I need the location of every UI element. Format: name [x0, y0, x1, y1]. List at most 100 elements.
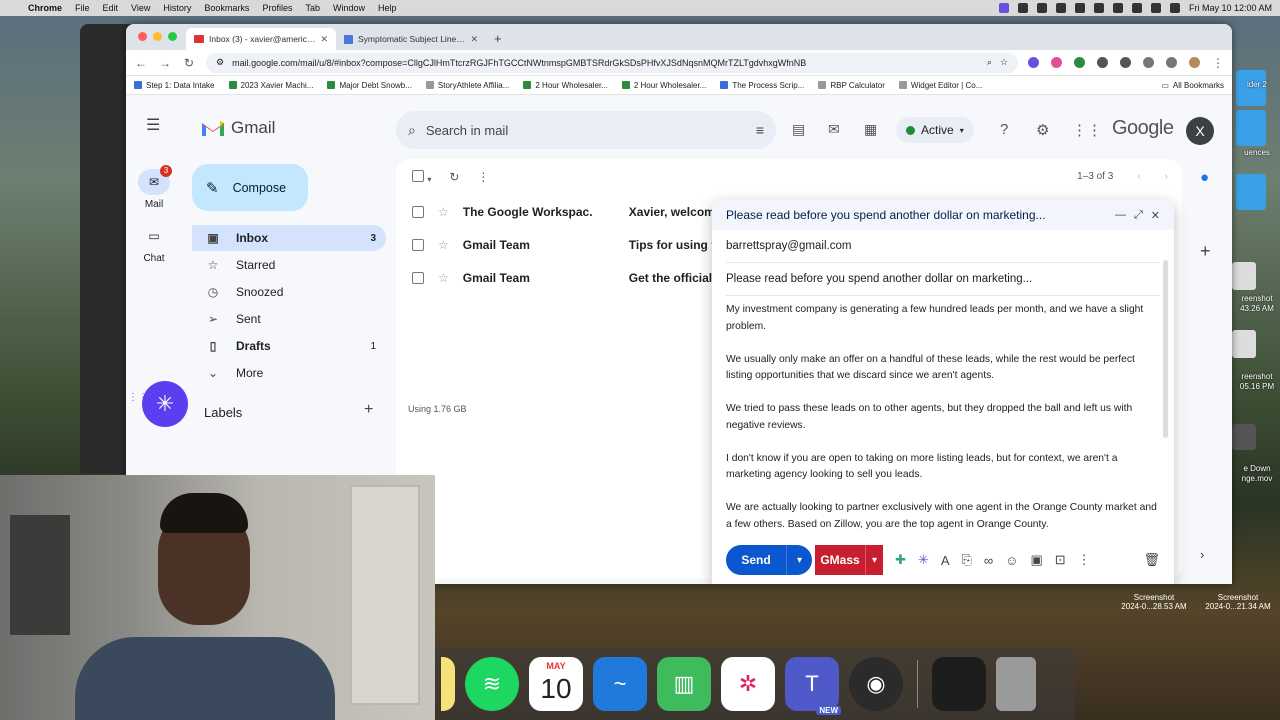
- extension-icon[interactable]: ✚: [895, 552, 906, 568]
- tab-inbox[interactable]: Inbox (3) - xavier@americanh ✕: [186, 28, 336, 50]
- tab-symptomatic[interactable]: Symptomatic Subject Line Cl ✕: [336, 28, 486, 50]
- rail-mail[interactable]: ✉ 3 Mail: [134, 165, 174, 210]
- battery-icon[interactable]: [1112, 3, 1123, 13]
- schedule-send-dropdown[interactable]: ▾: [786, 545, 812, 575]
- bookmark-item[interactable]: Major Debt Snowb...: [327, 81, 412, 90]
- google-logo[interactable]: Google: [1112, 117, 1174, 140]
- status-icon[interactable]: [1017, 3, 1028, 13]
- account-avatar[interactable]: X: [1186, 117, 1214, 145]
- extension-icon[interactable]: [1097, 57, 1108, 68]
- desktop-file-icon[interactable]: [1236, 174, 1266, 210]
- ai-assist-icon[interactable]: ✳: [918, 552, 929, 568]
- prev-page-icon[interactable]: ‹: [1137, 171, 1140, 182]
- menu-tab[interactable]: Tab: [305, 3, 320, 13]
- status-icon[interactable]: [1074, 3, 1085, 13]
- status-dropdown[interactable]: Active ▾: [896, 117, 974, 143]
- wifi-icon[interactable]: [1131, 3, 1142, 13]
- desktop-file-label[interactable]: Screenshot 2024-0...21.34 AM: [1196, 593, 1280, 611]
- bookmark-item[interactable]: 2 Hour Wholesaler...: [523, 81, 608, 90]
- teams-icon[interactable]: T NEW: [785, 657, 841, 715]
- trash-icon[interactable]: [996, 657, 1036, 711]
- gmass-button[interactable]: GMass: [815, 545, 865, 575]
- emoji-icon[interactable]: ☺: [1005, 553, 1018, 568]
- apple-icon[interactable]: [8, 3, 18, 13]
- menubar-clock[interactable]: Fri May 10 12:00 AM: [1189, 3, 1272, 13]
- slack-icon[interactable]: ✲: [721, 657, 775, 711]
- search-icon[interactable]: [1150, 3, 1161, 13]
- subject-field[interactable]: Please read before you spend another dol…: [726, 263, 1160, 296]
- new-tab-button[interactable]: +: [486, 28, 510, 50]
- sidebar-item-starred[interactable]: ☆ Starred: [192, 252, 386, 278]
- link-icon[interactable]: ∞: [984, 553, 993, 568]
- more-options-icon[interactable]: ⋮: [1078, 552, 1091, 568]
- extension-icon[interactable]: [1074, 57, 1085, 68]
- zoom-icon[interactable]: ⌕: [987, 57, 992, 68]
- insert-photo-icon[interactable]: ▣: [1030, 552, 1042, 568]
- recent-window-icon[interactable]: [932, 657, 986, 711]
- bookmark-star-icon[interactable]: ☆: [1000, 57, 1008, 68]
- sidebar-item-inbox[interactable]: ▣ Inbox 3: [192, 225, 386, 251]
- menu-profiles[interactable]: Profiles: [262, 3, 292, 13]
- row-checkbox[interactable]: [412, 271, 424, 284]
- compose-button[interactable]: ✎ Compose: [192, 164, 308, 211]
- extension-icon[interactable]: [1051, 57, 1062, 68]
- more-options-icon[interactable]: ⋮: [477, 170, 489, 184]
- mail-extension-icon[interactable]: ✉: [828, 121, 840, 138]
- gear-icon[interactable]: ⚙: [1036, 121, 1049, 139]
- to-field[interactable]: barrettspray@gmail.com: [726, 230, 1160, 263]
- desktop-file-icon[interactable]: [1236, 110, 1266, 146]
- bluetooth-icon[interactable]: [1093, 3, 1104, 13]
- bookmark-item[interactable]: The Process Scrip...: [720, 81, 804, 90]
- close-tab-icon[interactable]: ✕: [320, 34, 328, 45]
- search-options-icon[interactable]: ≡: [756, 122, 764, 138]
- close-window-button[interactable]: [138, 32, 147, 41]
- drag-handle-icon[interactable]: ⋮⋮: [128, 393, 148, 403]
- next-page-icon[interactable]: ›: [1165, 171, 1168, 182]
- control-center-icon[interactable]: [1169, 3, 1180, 13]
- menu-history[interactable]: History: [163, 3, 191, 13]
- floating-extension-button[interactable]: ✳: [142, 381, 188, 427]
- lock-icon[interactable]: ⊡: [1055, 552, 1066, 568]
- forward-icon[interactable]: →: [158, 56, 172, 70]
- star-icon[interactable]: ☆: [438, 238, 449, 252]
- obs-icon[interactable]: ◉: [849, 657, 903, 711]
- desktop-file-label[interactable]: Screenshot 2024-0...28.53 AM: [1118, 593, 1190, 611]
- site-info-icon[interactable]: ⚙: [216, 57, 224, 68]
- star-icon[interactable]: ☆: [438, 205, 449, 219]
- numbers-app-icon[interactable]: ▥: [657, 657, 711, 711]
- search-input[interactable]: ⌕ Search in mail ≡: [396, 111, 776, 149]
- extensions-puzzle-icon[interactable]: [1143, 57, 1154, 68]
- reload-icon[interactable]: ↻: [182, 56, 196, 70]
- menu-bookmarks[interactable]: Bookmarks: [204, 3, 249, 13]
- doc-icon[interactable]: ▤: [792, 121, 805, 138]
- search-icon[interactable]: ⌕: [408, 122, 416, 139]
- status-icon[interactable]: [1036, 3, 1047, 13]
- extension-icon[interactable]: [1028, 57, 1039, 68]
- attach-icon[interactable]: ⎘: [961, 552, 971, 568]
- desktop-screenshot-icon[interactable]: [1232, 262, 1256, 290]
- desktop-video-icon[interactable]: [1232, 424, 1256, 450]
- bookmark-item[interactable]: RBP Calculator: [818, 81, 885, 90]
- discard-draft-icon[interactable]: 🗑: [1143, 552, 1160, 568]
- notes-app-icon[interactable]: [441, 657, 455, 711]
- menu-view[interactable]: View: [131, 3, 150, 13]
- extension-icon[interactable]: [1120, 57, 1131, 68]
- close-icon[interactable]: ✕: [1151, 209, 1160, 222]
- close-tab-icon[interactable]: ✕: [470, 34, 478, 45]
- gmass-settings-dropdown[interactable]: ▾: [865, 545, 883, 575]
- bookmark-item[interactable]: Widget Editor | Co...: [898, 81, 982, 90]
- select-all-checkbox[interactable]: ▾: [412, 169, 431, 185]
- add-addon-icon[interactable]: +: [1200, 241, 1211, 262]
- sidebar-item-sent[interactable]: ➢ Sent: [192, 306, 386, 332]
- fullscreen-icon[interactable]: ⤢: [1134, 209, 1143, 222]
- all-bookmarks[interactable]: ▭ All Bookmarks: [1161, 81, 1224, 90]
- rail-chat[interactable]: ▭ Chat: [134, 223, 174, 264]
- spotify-icon[interactable]: ≋: [465, 657, 519, 711]
- minimize-icon[interactable]: —: [1115, 209, 1126, 222]
- contacts-icon[interactable]: ●: [1200, 169, 1209, 186]
- calendar-icon[interactable]: MAY 10: [529, 657, 583, 711]
- message-body[interactable]: My investment company is generating a fe…: [712, 296, 1174, 532]
- bookmark-item[interactable]: 2023 Xavier Machi...: [228, 81, 313, 90]
- gmail-logo[interactable]: Gmail: [201, 118, 275, 138]
- sidebar-item-more[interactable]: ⌄ More: [192, 360, 386, 386]
